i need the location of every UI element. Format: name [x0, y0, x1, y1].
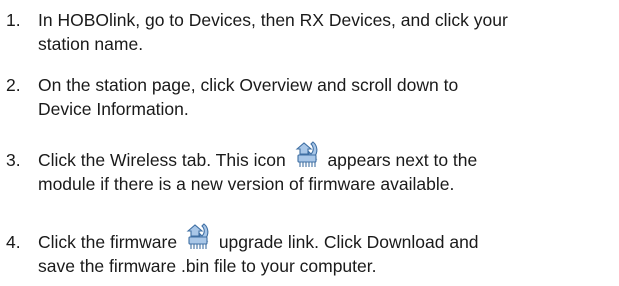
- step-line-part: Click the Wireless tab. This icon: [38, 150, 286, 170]
- step-text: In HOBOlink, go to Devices, then RX Devi…: [38, 8, 617, 56]
- step-line: module if there is a new version of firm…: [38, 174, 455, 194]
- step-line: save the firmware .bin file to your comp…: [38, 256, 377, 276]
- step-text: On the station page, click Overview and …: [38, 73, 617, 121]
- step-line-part: appears next to the: [327, 150, 478, 170]
- firmware-update-steps: 1. In HOBOlink, go to Devices, then RX D…: [0, 0, 619, 286]
- step-line: Click the Wireless tab. This icon appear…: [38, 141, 617, 172]
- step-line: station name.: [38, 34, 144, 54]
- step-text: Click the Wireless tab. This icon appear…: [38, 141, 617, 196]
- step-text: Click the firmware upgrade link. Click D…: [38, 223, 617, 278]
- step-number: 3.: [6, 150, 21, 170]
- step-number: 2.: [6, 75, 21, 95]
- step-line: Device Information.: [38, 99, 189, 119]
- step-line: Click the firmware upgrade link. Click D…: [38, 223, 617, 254]
- firmware-upgrade-icon: [182, 223, 214, 254]
- step-line: In HOBOlink, go to Devices, then RX Devi…: [38, 10, 508, 30]
- firmware-upgrade-icon: [291, 141, 323, 172]
- step-number: 1.: [6, 10, 21, 30]
- step-line: On the station page, click Overview and …: [38, 75, 459, 95]
- step-line-part: upgrade link. Click Download and: [218, 232, 479, 252]
- step-line-part: Click the firmware: [38, 232, 178, 252]
- step-number: 4.: [6, 232, 21, 252]
